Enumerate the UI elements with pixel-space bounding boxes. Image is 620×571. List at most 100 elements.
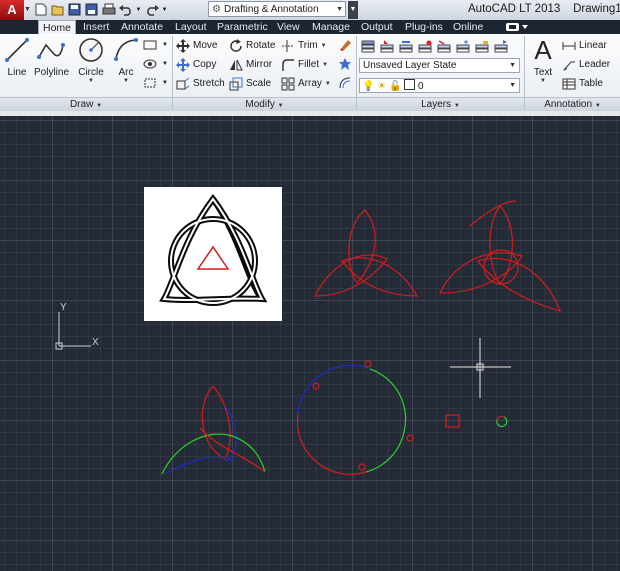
chevron-down-icon[interactable]: ▼ xyxy=(322,57,328,73)
open-icon[interactable] xyxy=(50,2,65,17)
layer-lock-icon[interactable] xyxy=(475,39,489,53)
workspace-switcher[interactable]: ⚙ Drafting & Annotation ▼ xyxy=(208,1,346,17)
crosshair-cursor xyxy=(450,338,511,398)
modify-panel-title[interactable]: Modify ▼ xyxy=(173,97,356,111)
chevron-down-icon[interactable]: ▼ xyxy=(77,78,105,84)
layer-properties-icon[interactable] xyxy=(361,39,375,53)
draw-panel-title[interactable]: Draw ▼ xyxy=(0,97,172,111)
undo-icon[interactable] xyxy=(118,2,133,17)
move-icon xyxy=(176,39,190,53)
chevron-down-icon: ▼ xyxy=(509,82,516,89)
layer-state-dropdown[interactable]: Unsaved Layer State ▼ xyxy=(359,58,520,73)
hatch-icon[interactable] xyxy=(143,57,157,71)
leader-icon xyxy=(562,58,576,72)
tab-online[interactable]: Online xyxy=(453,20,483,34)
redo-dropdown-icon[interactable]: ▼ xyxy=(161,2,168,17)
chevron-down-icon[interactable]: ▼ xyxy=(158,76,172,90)
customize-toolbar-button[interactable]: ▼ xyxy=(348,1,358,19)
layer-off-icon[interactable] xyxy=(437,39,451,53)
chevron-down-icon[interactable]: ▼ xyxy=(529,78,557,84)
array-button[interactable]: Array ▼ xyxy=(281,76,331,92)
rectangle-icon[interactable] xyxy=(143,38,157,52)
copy-icon xyxy=(176,58,190,72)
undo-dropdown-icon[interactable]: ▼ xyxy=(135,2,142,17)
application-menu-button[interactable]: A xyxy=(0,0,24,20)
chevron-down-icon: ▼ xyxy=(453,103,460,109)
tab-manage[interactable]: Manage xyxy=(312,20,350,34)
erase-icon[interactable] xyxy=(338,38,352,52)
save-icon[interactable] xyxy=(67,2,82,17)
array-icon xyxy=(281,77,295,91)
drawing-canvas[interactable]: Y X xyxy=(0,116,620,571)
table-button[interactable]: Table xyxy=(562,76,603,92)
layer-isolate-icon[interactable] xyxy=(418,39,432,53)
offset-icon[interactable] xyxy=(338,76,352,90)
chevron-down-icon[interactable]: ▼ xyxy=(158,38,172,52)
line-button[interactable]: Line xyxy=(4,36,30,78)
arc-button[interactable]: Arc ▼ xyxy=(113,36,139,84)
chevron-down-icon[interactable]: ▼ xyxy=(158,57,172,71)
redo-icon[interactable] xyxy=(144,2,159,17)
tab-annotate[interactable]: Annotate xyxy=(121,20,163,34)
chevron-down-icon[interactable]: ▼ xyxy=(24,0,32,20)
layer-walk-icon[interactable] xyxy=(494,39,508,53)
table-icon xyxy=(562,77,576,91)
ribbon-display-toggle-icon[interactable] xyxy=(505,22,529,32)
ribbon-tabs: Home Insert Annotate Layout Parametric V… xyxy=(0,20,620,35)
layer-match-icon[interactable] xyxy=(380,39,394,53)
segmented-circle xyxy=(296,360,414,475)
mirror-icon xyxy=(229,58,243,72)
layer-freeze-icon[interactable] xyxy=(456,39,470,53)
print-icon[interactable] xyxy=(101,2,116,17)
new-icon[interactable] xyxy=(33,2,48,17)
polyline-button[interactable]: Polyline xyxy=(34,36,69,78)
window-title: AutoCAD LT 2013 Drawing1 xyxy=(468,3,620,15)
red-triquetra-with-circle xyxy=(439,200,561,312)
quick-access-toolbar: ▼ ▼ xyxy=(33,2,168,18)
circle-button[interactable]: Circle ▼ xyxy=(77,36,105,84)
polyline-icon xyxy=(37,43,65,59)
trim-icon xyxy=(281,39,295,53)
text-icon: A xyxy=(534,34,552,65)
trim-button[interactable]: Trim ▼ xyxy=(281,38,327,54)
move-button[interactable]: Move xyxy=(176,38,217,54)
ucs-y-label: Y xyxy=(60,302,67,313)
tab-output[interactable]: Output xyxy=(361,20,393,34)
chevron-down-icon[interactable]: ▼ xyxy=(113,78,139,84)
save-as-icon[interactable] xyxy=(84,2,99,17)
tab-parametric[interactable]: Parametric xyxy=(217,20,268,34)
chevron-down-icon[interactable]: ▼ xyxy=(321,38,327,54)
rotate-icon xyxy=(229,39,243,53)
fillet-icon xyxy=(281,58,295,72)
boundary-icon[interactable] xyxy=(143,76,157,90)
annotation-panel-title[interactable]: Annotation ▼ xyxy=(525,97,620,111)
current-layer-dropdown[interactable]: 💡 ☀ 🔓 0 ▼ xyxy=(359,78,520,93)
chevron-down-icon: ▼ xyxy=(336,6,343,13)
lightbulb-icon: 💡 xyxy=(362,81,375,92)
unlock-icon: 🔓 xyxy=(388,81,402,92)
rotate-button[interactable]: Rotate xyxy=(229,38,275,54)
tab-home[interactable]: Home xyxy=(38,20,77,35)
chevron-down-icon[interactable]: ▼ xyxy=(325,76,331,92)
linear-dimension-icon xyxy=(562,39,576,53)
explode-icon[interactable] xyxy=(338,57,352,71)
layers-panel-title[interactable]: Layers ▼ xyxy=(357,97,524,111)
stretch-button[interactable]: Stretch xyxy=(176,76,225,92)
title-bar: A ▼ ▼ ▼ ⚙Drafting & Annotation ▼ ▼ Auto xyxy=(0,0,620,21)
leader-button[interactable]: Leader xyxy=(562,57,610,73)
tab-plugins[interactable]: Plug-ins xyxy=(405,20,443,34)
tab-insert[interactable]: Insert xyxy=(83,20,109,34)
tab-view[interactable]: View xyxy=(277,20,300,34)
text-button[interactable]: A Text ▼ xyxy=(529,34,557,85)
layer-previous-icon[interactable] xyxy=(399,39,413,53)
gear-icon: ⚙ xyxy=(212,4,221,15)
copy-button[interactable]: Copy xyxy=(176,57,216,73)
mirror-button[interactable]: Mirror xyxy=(229,57,272,73)
fillet-button[interactable]: Fillet ▼ xyxy=(281,57,328,73)
tab-layout[interactable]: Layout xyxy=(175,20,207,34)
linear-dimension-button[interactable]: Linear xyxy=(562,38,607,54)
scale-button[interactable]: Scale xyxy=(229,76,271,92)
chevron-down-icon: ▼ xyxy=(594,103,601,109)
cad-geometry: Y X xyxy=(55,200,561,475)
layer-color-swatch xyxy=(404,79,416,90)
